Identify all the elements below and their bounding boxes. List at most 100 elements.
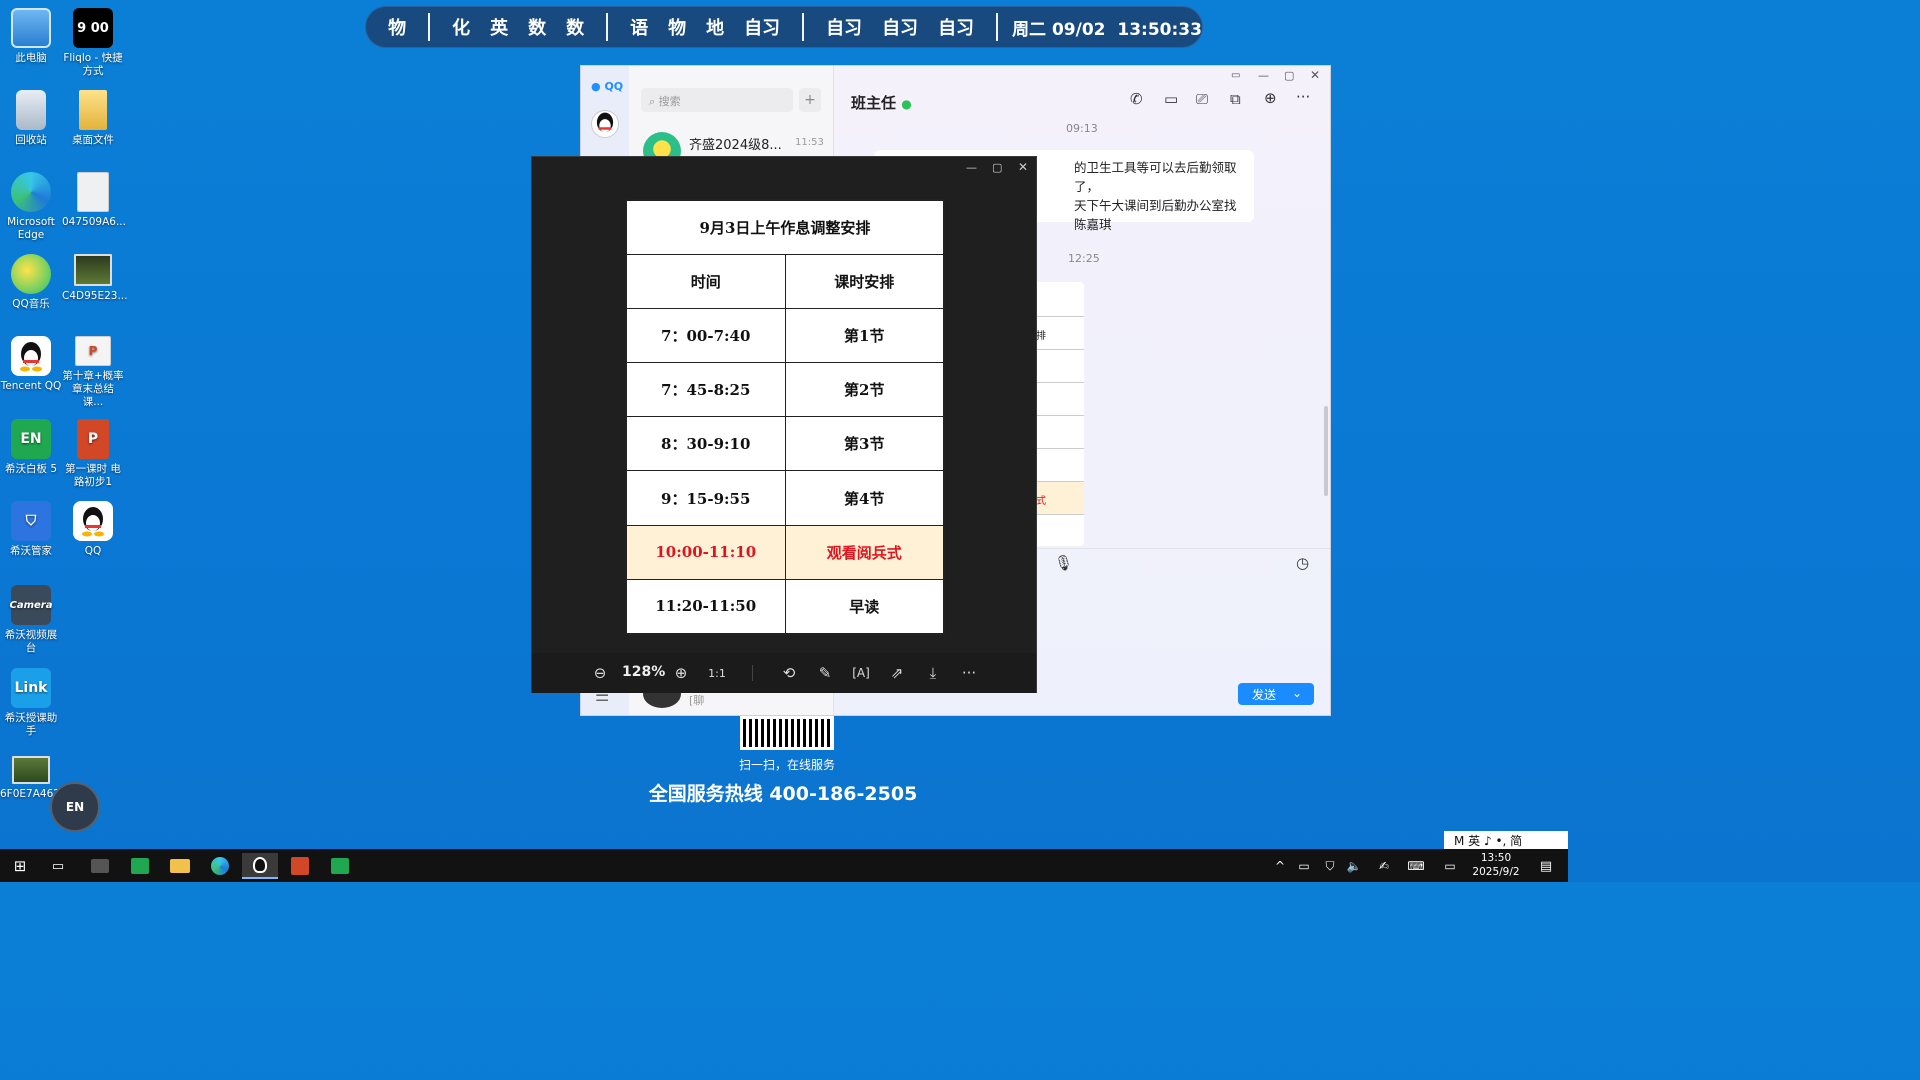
desktop-icon-label: 第十章+概率章末总结课... (62, 370, 124, 408)
desktop-icon-this-pc[interactable]: 此电脑 (0, 8, 62, 65)
qq-taskbar-icon[interactable] (242, 853, 278, 879)
app-icon-seewo-board[interactable] (322, 853, 358, 879)
floating-seewo-button[interactable]: EN (50, 782, 100, 832)
search-input[interactable]: ⌕ 搜索 (641, 88, 793, 112)
schedule-subject: 数 (528, 18, 547, 39)
clock-icon-text: 9 00 (77, 20, 109, 36)
history-clock-icon[interactable]: ◷ (1296, 554, 1309, 572)
avatar[interactable] (591, 110, 619, 138)
maximize-icon[interactable]: ▢ (1284, 69, 1294, 82)
desktop-icon-qq-music[interactable]: QQ音乐 (0, 254, 62, 311)
timestamp: 09:13 (1066, 122, 1098, 135)
image-file-icon (74, 254, 112, 286)
more-icon[interactable]: ··· (957, 661, 981, 685)
zoom-in-icon[interactable]: ⊕ (669, 661, 693, 685)
list-item[interactable]: 齐盛2024级8... 11:53 (629, 128, 833, 170)
taskbar-date: 2025/9/2 (1472, 866, 1520, 878)
edge-icon[interactable] (202, 853, 238, 879)
desktop-icon-desktop-files[interactable]: 桌面文件 (62, 90, 124, 147)
recycle-bin-icon (16, 90, 46, 130)
ime-label: M 英 ♪ •, 简 (1454, 834, 1523, 848)
qq-logo: ● QQ (591, 80, 624, 93)
schedule-clock: 周二 09/02 13:50:33 (998, 15, 1202, 40)
remote-assist-icon[interactable]: ⧉ (1230, 90, 1241, 108)
microphone-icon[interactable]: 🎙 (1054, 554, 1073, 572)
service-hotline: 全国服务热线 400-186-2505 (648, 783, 918, 805)
maximize-icon[interactable]: ▢ (992, 161, 1002, 174)
minimize-icon[interactable]: — (1258, 69, 1269, 82)
pen-icon[interactable]: ✍ (1366, 853, 1402, 879)
display-icon[interactable]: ▭ (1432, 853, 1468, 879)
schedule-separator (606, 13, 609, 41)
desktop-icon-edge[interactable]: Microsoft Edge (0, 172, 62, 242)
desktop-icon-label: 回收站 (15, 134, 47, 146)
close-icon[interactable]: ✕ (1018, 160, 1028, 174)
table-header: 时间 (626, 254, 786, 309)
app-icon-seewo-camera[interactable] (82, 853, 118, 879)
zoom-out-icon[interactable]: ⊖ (588, 661, 612, 685)
more-icon[interactable]: ··· (1296, 88, 1310, 106)
desktop-icon-seewo-guard[interactable]: ⛉ 希沃管家 (0, 501, 62, 558)
desktop-icon-image-file[interactable]: C4D95E23... (62, 254, 128, 303)
seewo-board-icon: EN (11, 419, 51, 459)
ppt-file-icon: P (75, 336, 111, 366)
desktop-icon-seewo-link[interactable]: Link 希沃授课助手 (0, 668, 62, 738)
desktop-icon-label: 希沃授课助手 (4, 712, 58, 737)
item-cell: 观看阅兵式 (784, 524, 944, 580)
send-button[interactable]: 发送 ⌄ (1238, 683, 1314, 705)
schedule-subject: 物 (668, 18, 687, 39)
taskbar-clock[interactable]: 13:50 2025/9/2 (1466, 851, 1526, 879)
schedule-subject: 自习 (744, 18, 781, 39)
notification-icon[interactable]: ▤ (1528, 853, 1564, 879)
text-recognize-icon[interactable]: [A] (849, 661, 873, 685)
time-cell: 9：15-9:55 (626, 470, 786, 526)
desktop-icon-fliqlo[interactable]: 9 00 Fliqlo - 快捷方式 (62, 8, 124, 78)
schedule-subject: 化 (452, 18, 471, 39)
close-icon[interactable]: ✕ (1310, 68, 1320, 82)
file-explorer-icon[interactable] (162, 853, 198, 879)
add-button[interactable]: + (799, 88, 821, 112)
actual-size-icon[interactable]: 1:1 (705, 661, 729, 685)
time-cell: 10:00-11:10 (626, 524, 786, 580)
desktop-icon-seewo-camera[interactable]: Camera 希沃视频展台 (0, 585, 62, 655)
share-icon[interactable]: ⇗ (885, 661, 909, 685)
schedule-subject: 英 (490, 18, 509, 39)
rotate-icon[interactable]: ⟲ (777, 661, 801, 685)
download-icon[interactable]: ⤓ (921, 661, 945, 685)
camera-icon-text: Camera (9, 599, 53, 611)
desktop-icon-ppt-file[interactable]: P 第一课时 电路初步1 (62, 419, 124, 489)
powerpoint-icon[interactable] (282, 853, 318, 879)
computer-icon (11, 8, 51, 48)
app-icon-seewo-board[interactable] (122, 853, 158, 879)
desktop-icon-qq[interactable]: QQ (62, 501, 124, 558)
edit-pen-icon[interactable]: ✎ (813, 661, 837, 685)
phone-icon[interactable]: ✆ (1130, 90, 1143, 108)
start-icon[interactable]: ⊞ (2, 853, 38, 879)
add-member-icon[interactable]: ⊕ (1264, 89, 1277, 107)
chat-scrollbar[interactable] (1324, 406, 1328, 496)
ime-toolbar[interactable]: M 英 ♪ •, 简 (1444, 831, 1568, 849)
schedule-group-3: 语 物 地 自习 (608, 14, 802, 40)
desktop-icon-image-file[interactable]: 047509A6... (62, 172, 126, 229)
time-cell: 7：00-7:40 (626, 307, 786, 364)
screen-share-icon[interactable]: ⎚ (1196, 90, 1208, 108)
video-call-icon[interactable]: ▭ (1164, 90, 1178, 108)
desktop-icon-ppt-file[interactable]: P 第十章+概率章末总结课... (62, 336, 124, 409)
keyboard-icon[interactable]: ⌨ (1398, 853, 1434, 879)
desktop-icon-label: Microsoft Edge (7, 216, 55, 241)
schedule-group-2: 化 英 数 数 (430, 14, 606, 40)
schedule-subject: 自习 (938, 18, 975, 39)
item-cell: 第1节 (784, 307, 944, 364)
toolbar-divider (752, 665, 753, 681)
sidebar-toggle-icon[interactable]: ▭ (1231, 70, 1240, 81)
desktop-icon-label: C4D95E23... (62, 290, 128, 302)
desktop-icon-recycle-bin[interactable]: 回收站 (0, 90, 62, 147)
item-cell: 第2节 (784, 362, 944, 418)
minimize-icon[interactable]: — (966, 161, 977, 174)
chevron-down-icon[interactable]: ⌄ (1292, 686, 1302, 700)
desktop-icon-seewo-board[interactable]: EN 希沃白板 5 (0, 419, 62, 476)
schedule-group-4: 自习 自习 自习 (804, 14, 996, 40)
desktop-icon-tencent-qq[interactable]: Tencent QQ (0, 336, 62, 393)
task-view-icon[interactable]: ▭ (40, 853, 76, 879)
camera-icon: Camera (9, 585, 53, 625)
